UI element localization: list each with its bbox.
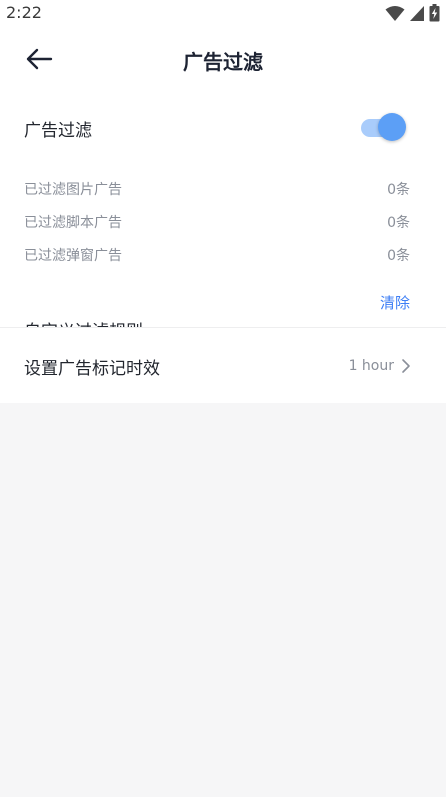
battery-charging-icon (429, 4, 440, 22)
status-bar: 2:22 (0, 0, 446, 26)
stat-count: 0条 (387, 248, 410, 264)
stat-count: 0条 (387, 215, 410, 231)
stat-row-popup-ads: 已过滤弹窗广告 0条 (0, 243, 446, 267)
custom-rules-item[interactable]: 自定义过滤规则 (0, 314, 446, 327)
ad-mark-expiry-label: 设置广告标记时效 (24, 359, 160, 379)
status-icons (385, 4, 440, 22)
clear-stats-button[interactable]: 清除 (380, 292, 410, 313)
ad-filter-toggle[interactable] (361, 112, 411, 144)
ad-mark-expiry-row[interactable]: 设置广告标记时效 1 hour (0, 328, 446, 403)
header: 广告过滤 (0, 26, 446, 90)
ad-mark-expiry-value: 1 hour (348, 358, 394, 374)
stat-count: 0条 (387, 182, 410, 198)
stat-row-image-ads: 已过滤图片广告 0条 (0, 177, 446, 201)
chevron-right-icon (402, 359, 410, 373)
status-time: 2:22 (6, 3, 42, 22)
page-title: 广告过滤 (183, 50, 263, 74)
custom-rules-label: 自定义过滤规则 (24, 317, 143, 327)
ad-filter-toggle-label: 广告过滤 (24, 121, 92, 141)
wifi-icon (385, 5, 405, 22)
stat-row-script-ads: 已过滤脚本广告 0条 (0, 210, 446, 234)
stat-label: 已过滤图片广告 (24, 182, 122, 198)
cellular-signal-icon (409, 5, 425, 22)
toggle-knob (378, 113, 406, 141)
ad-filter-toggle-row: 广告过滤 (0, 104, 446, 150)
stat-label: 已过滤脚本广告 (24, 215, 122, 231)
stat-label: 已过滤弹窗广告 (24, 248, 122, 264)
